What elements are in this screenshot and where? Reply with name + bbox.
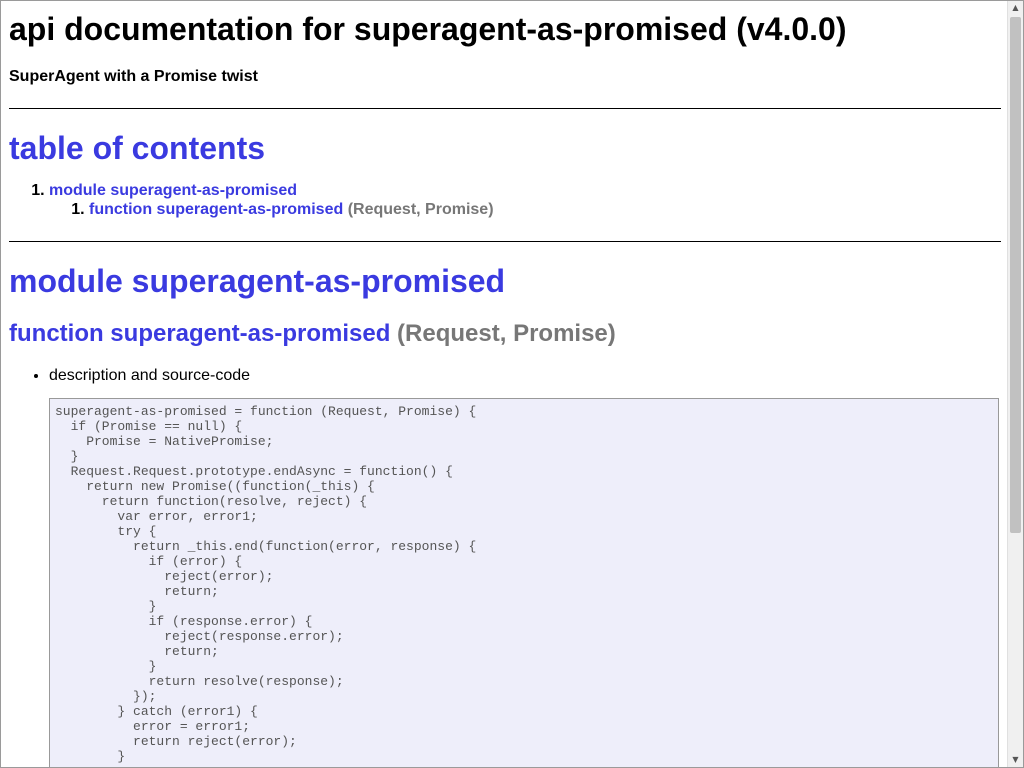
description-list: description and source-code [9,366,1001,385]
browser-viewport: api documentation for superagent-as-prom… [0,0,1024,768]
scrollbar-thumb[interactable] [1010,17,1021,533]
scroll-down-arrow-icon[interactable]: ▼ [1008,753,1023,767]
function-signature: (Request, Promise) [397,320,616,347]
page-content: api documentation for superagent-as-prom… [9,1,1001,767]
toc-heading-link[interactable]: table of contents [9,130,265,166]
function-heading[interactable]: function superagent-as-promised (Request… [9,320,1001,348]
toc-function-link[interactable]: function superagent-as-promised [89,201,343,218]
page-title: api documentation for superagent-as-prom… [9,11,847,47]
source-code-block[interactable]: superagent-as-promised = function (Reque… [49,398,999,767]
toc-list: module superagent-as-promised function s… [9,181,1001,219]
divider [9,108,1001,109]
description-label: description and source-code [49,366,1001,385]
toc-heading[interactable]: table of contents [9,130,1001,166]
toc-sublist: function superagent-as-promised (Request… [49,200,1001,219]
page-subtitle: SuperAgent with a Promise twist [9,68,258,85]
toc-module-link[interactable]: module superagent-as-promised [49,182,297,199]
divider [9,241,1001,242]
scroll-up-arrow-icon[interactable]: ▲ [1008,1,1023,15]
toc-item-module: module superagent-as-promised function s… [49,181,1001,219]
toc-item-function: function superagent-as-promised (Request… [89,200,1001,219]
vertical-scrollbar[interactable]: ▲ ▼ [1007,1,1023,767]
module-heading-link[interactable]: module superagent-as-promised [9,263,505,299]
toc-function-signature: (Request, Promise) [347,201,494,218]
function-heading-link[interactable]: function superagent-as-promised [9,320,390,347]
module-heading[interactable]: module superagent-as-promised [9,263,1001,299]
